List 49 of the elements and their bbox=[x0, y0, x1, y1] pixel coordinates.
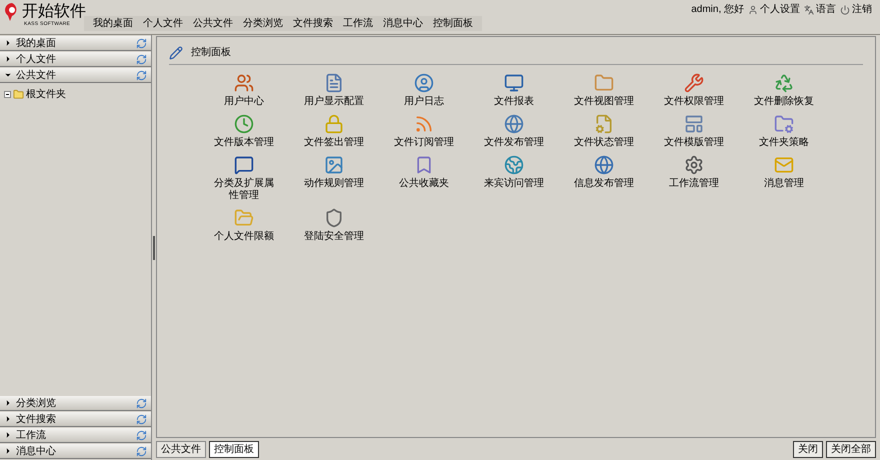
control-item[interactable]: 文件删除恢复 bbox=[739, 73, 829, 108]
control-item[interactable]: 公共收藏夹 bbox=[379, 155, 469, 202]
nav-link[interactable]: 控制面板 bbox=[428, 16, 478, 31]
control-item[interactable]: 用户中心 bbox=[199, 73, 289, 108]
close-button[interactable]: 关闭全部 bbox=[826, 440, 876, 458]
control-item[interactable]: 用户日志 bbox=[379, 73, 469, 108]
header-link[interactable]: 个人设置 bbox=[748, 2, 800, 17]
accordion-header[interactable]: 我的桌面 bbox=[0, 36, 151, 51]
panel-title: 控制面板 bbox=[191, 46, 231, 60]
header-link[interactable]: 注销 bbox=[840, 2, 872, 17]
tree-item[interactable]: 根文件夹 bbox=[0, 83, 151, 102]
tab[interactable]: 控制面板 bbox=[209, 440, 259, 458]
control-item[interactable]: 文件夹策略 bbox=[739, 114, 829, 149]
control-item[interactable]: 动作规则管理 bbox=[289, 155, 379, 202]
tab[interactable]: 公共文件 bbox=[156, 440, 206, 458]
nav-link[interactable]: 工作流 bbox=[338, 16, 378, 31]
control-item[interactable]: 用户显示配置 bbox=[289, 73, 379, 108]
logo-name: 开始软件 bbox=[22, 4, 86, 20]
accordion-header[interactable]: 公共文件 bbox=[0, 68, 151, 83]
control-item[interactable]: 文件模版管理 bbox=[649, 114, 739, 149]
control-item[interactable]: 文件版本管理 bbox=[199, 114, 289, 149]
nav-link[interactable]: 分类浏览 bbox=[238, 16, 288, 31]
control-item[interactable]: 工作流管理 bbox=[649, 155, 739, 202]
control-item[interactable]: 消息管理 bbox=[739, 155, 829, 202]
accordion-header[interactable]: 个人文件 bbox=[0, 52, 151, 67]
control-item[interactable]: 个人文件限额 bbox=[199, 208, 289, 243]
control-item[interactable]: 文件签出管理 bbox=[289, 114, 379, 149]
nav-link[interactable]: 个人文件 bbox=[138, 16, 188, 31]
control-item[interactable]: 文件发布管理 bbox=[469, 114, 559, 149]
control-item[interactable]: 信息发布管理 bbox=[559, 155, 649, 202]
greeting: admin, 您好 bbox=[691, 3, 744, 17]
nav-link[interactable]: 消息中心 bbox=[378, 16, 428, 31]
accordion-header[interactable]: 分类浏览 bbox=[0, 396, 151, 411]
control-item[interactable]: 文件权限管理 bbox=[649, 73, 739, 108]
accordion-header[interactable]: 文件搜索 bbox=[0, 412, 151, 427]
control-item[interactable]: 文件状态管理 bbox=[559, 114, 649, 149]
nav-link[interactable]: 文件搜索 bbox=[288, 16, 338, 31]
control-item[interactable]: 登陆安全管理 bbox=[289, 208, 379, 243]
close-button[interactable]: 关闭 bbox=[793, 440, 823, 458]
control-item[interactable]: 文件视图管理 bbox=[559, 73, 649, 108]
nav-link[interactable]: 我的桌面 bbox=[88, 16, 138, 31]
accordion-header[interactable]: 工作流 bbox=[0, 428, 151, 443]
control-item[interactable]: 文件订阅管理 bbox=[379, 114, 469, 149]
control-item[interactable]: 来宾访问管理 bbox=[469, 155, 559, 202]
header-link[interactable]: 语言 bbox=[804, 2, 836, 17]
control-item[interactable]: 分类及扩展属性管理 bbox=[199, 155, 289, 202]
nav-link[interactable]: 公共文件 bbox=[188, 16, 238, 31]
control-item[interactable]: 文件报表 bbox=[469, 73, 559, 108]
accordion-header[interactable]: 消息中心 bbox=[0, 444, 151, 459]
